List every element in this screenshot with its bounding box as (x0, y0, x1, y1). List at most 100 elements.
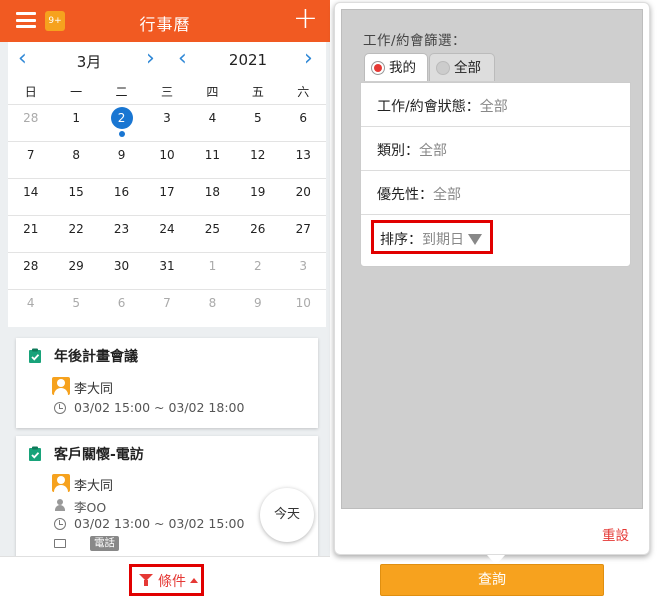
calendar-day[interactable]: 14 (8, 179, 53, 215)
calendar-day[interactable]: 5 (235, 105, 280, 141)
weekday-label: 四 (206, 85, 219, 99)
dropdown-triangle-icon (468, 234, 482, 245)
calendar-day[interactable]: 19 (235, 179, 280, 215)
today-button[interactable]: 今天 (260, 488, 314, 542)
calendar-day[interactable]: 1 (190, 253, 235, 289)
calendar-day[interactable]: 7 (8, 142, 53, 178)
calendar-day[interactable]: 15 (53, 179, 98, 215)
filter-popup-body: 工作/約會篩選： 我的 全部 工作/約會狀態：全部 類別：全部 優先性：全部 排… (341, 9, 643, 509)
calendar-day[interactable]: 25 (190, 216, 235, 252)
prev-month-chevron-left-icon[interactable]: ‹ (18, 48, 27, 70)
category-label: 類別： (377, 143, 419, 159)
calendar-day[interactable]: 6 (281, 105, 326, 141)
calendar-day[interactable]: 30 (99, 253, 144, 289)
tab-all[interactable]: 全部 (429, 53, 495, 81)
bottom-bar: 條件 (0, 556, 330, 599)
reset-button[interactable]: 重設 (602, 524, 629, 544)
owner-avatar-icon (52, 474, 70, 492)
weekday-label: 二 (115, 85, 128, 99)
field-label: 排序：到期日 (380, 229, 482, 249)
plus-icon[interactable]: + (293, 4, 318, 34)
calendar-nav: ‹ 3月 › ‹ 2021 › (8, 42, 326, 80)
priority-value: 全部 (433, 187, 461, 203)
next-month-chevron-right-icon[interactable]: › (146, 48, 155, 70)
sort-value: 到期日 (422, 232, 464, 248)
calendar-day[interactable]: 8 (190, 290, 235, 327)
calendar-day[interactable]: 29 (53, 253, 98, 289)
calendar-day[interactable]: 20 (281, 179, 326, 215)
calendar-day[interactable]: 13 (281, 142, 326, 178)
calendar-day[interactable]: 1 (53, 105, 98, 141)
tab-my[interactable]: 我的 (364, 53, 428, 81)
query-button[interactable]: 查詢 (380, 564, 604, 596)
calendar-day[interactable]: 6 (99, 290, 144, 327)
calendar-week: 14 15 16 17 18 19 20 (8, 179, 326, 216)
field-label: 優先性：全部 (377, 184, 461, 204)
calendar-day[interactable]: 11 (190, 142, 235, 178)
priority-label: 優先性： (377, 187, 433, 203)
calendar-day[interactable]: 9 (99, 142, 144, 178)
calendar-day[interactable]: 9 (235, 290, 280, 327)
category-field[interactable]: 類別：全部 (361, 127, 630, 171)
filter-label: 條件 (158, 574, 186, 590)
year-label: 2021 (228, 51, 268, 69)
owner-avatar-icon (52, 377, 70, 395)
calendar-week: 28 1 2 3 4 5 6 (8, 105, 326, 142)
priority-field[interactable]: 優先性：全部 (361, 171, 630, 215)
contact-person-icon (54, 499, 66, 511)
filter-form: 工作/約會狀態：全部 類別：全部 優先性：全部 排序：到期日 (360, 82, 631, 267)
calendar-week: 4 5 6 7 8 9 10 (8, 290, 326, 327)
status-field[interactable]: 工作/約會狀態：全部 (361, 83, 630, 127)
calendar-day[interactable]: 27 (281, 216, 326, 252)
radio-unselected-icon (436, 61, 450, 75)
filter-popup: 工作/約會篩選： 我的 全部 工作/約會狀態：全部 類別：全部 優先性：全部 排… (334, 2, 650, 565)
calendar-day[interactable]: 28 (8, 105, 53, 141)
field-label: 類別：全部 (377, 140, 447, 160)
page-title: 行事曆 (139, 15, 191, 34)
filter-title: 工作/約會篩選： (363, 33, 467, 49)
weekday-label: 三 (160, 85, 173, 99)
calendar-day[interactable]: 4 (190, 105, 235, 141)
tab-label: 我的 (389, 60, 416, 76)
calendar-day[interactable]: 31 (144, 253, 189, 289)
event-owner: 李大同 (74, 479, 114, 494)
radio-selected-icon (371, 61, 385, 75)
calendar-week: 21 22 23 24 25 26 27 (8, 216, 326, 253)
event-title: 客戶關懷-電訪 (54, 447, 144, 463)
calendar-day[interactable]: 8 (53, 142, 98, 178)
calendar-day[interactable]: 26 (235, 216, 280, 252)
calendar-day[interactable]: 24 (144, 216, 189, 252)
calendar-day[interactable]: 7 (144, 290, 189, 327)
calendar-day[interactable]: 3 (144, 105, 189, 141)
calendar-day[interactable]: 10 (281, 290, 326, 327)
selected-day-number: 2 (110, 107, 133, 129)
calendar-day[interactable]: 16 (99, 179, 144, 215)
filter-screen: 工作/約會篩選： 我的 全部 工作/約會狀態：全部 類別：全部 優先性：全部 排… (330, 0, 657, 599)
calendar-day[interactable]: 28 (8, 253, 53, 289)
calendar-day[interactable]: 18 (190, 179, 235, 215)
calendar-day[interactable]: 3 (281, 253, 326, 289)
event-owner: 李大同 (74, 382, 114, 397)
funnel-icon-stem (144, 580, 148, 586)
calendar-day[interactable]: 22 (53, 216, 98, 252)
prev-year-chevron-left-icon[interactable]: ‹ (178, 48, 187, 70)
next-year-chevron-right-icon[interactable]: › (304, 48, 313, 70)
calendar-day-selected[interactable]: 2 (99, 105, 144, 141)
category-value: 全部 (419, 143, 447, 159)
calendar-day[interactable]: 4 (8, 290, 53, 327)
calendar-day[interactable]: 21 (8, 216, 53, 252)
clock-icon (54, 518, 66, 530)
event-contact: 李OO (74, 500, 107, 515)
calendar-day[interactable]: 17 (144, 179, 189, 215)
calendar-day[interactable]: 10 (144, 142, 189, 178)
calendar-week: 7 8 9 10 11 12 13 (8, 142, 326, 179)
sort-field: 排序：到期日 (361, 215, 630, 259)
calendar-day[interactable]: 23 (99, 216, 144, 252)
sort-dropdown[interactable]: 排序：到期日 (371, 220, 493, 254)
calendar-day[interactable]: 5 (53, 290, 98, 327)
month-label: 3月 (76, 53, 102, 71)
event-card[interactable]: 年後計畫會議 李大同 03/02 15:00 ~ 03/02 18:00 (16, 338, 318, 428)
filter-button[interactable]: 條件 (129, 564, 204, 596)
calendar-day[interactable]: 12 (235, 142, 280, 178)
calendar-day[interactable]: 2 (235, 253, 280, 289)
